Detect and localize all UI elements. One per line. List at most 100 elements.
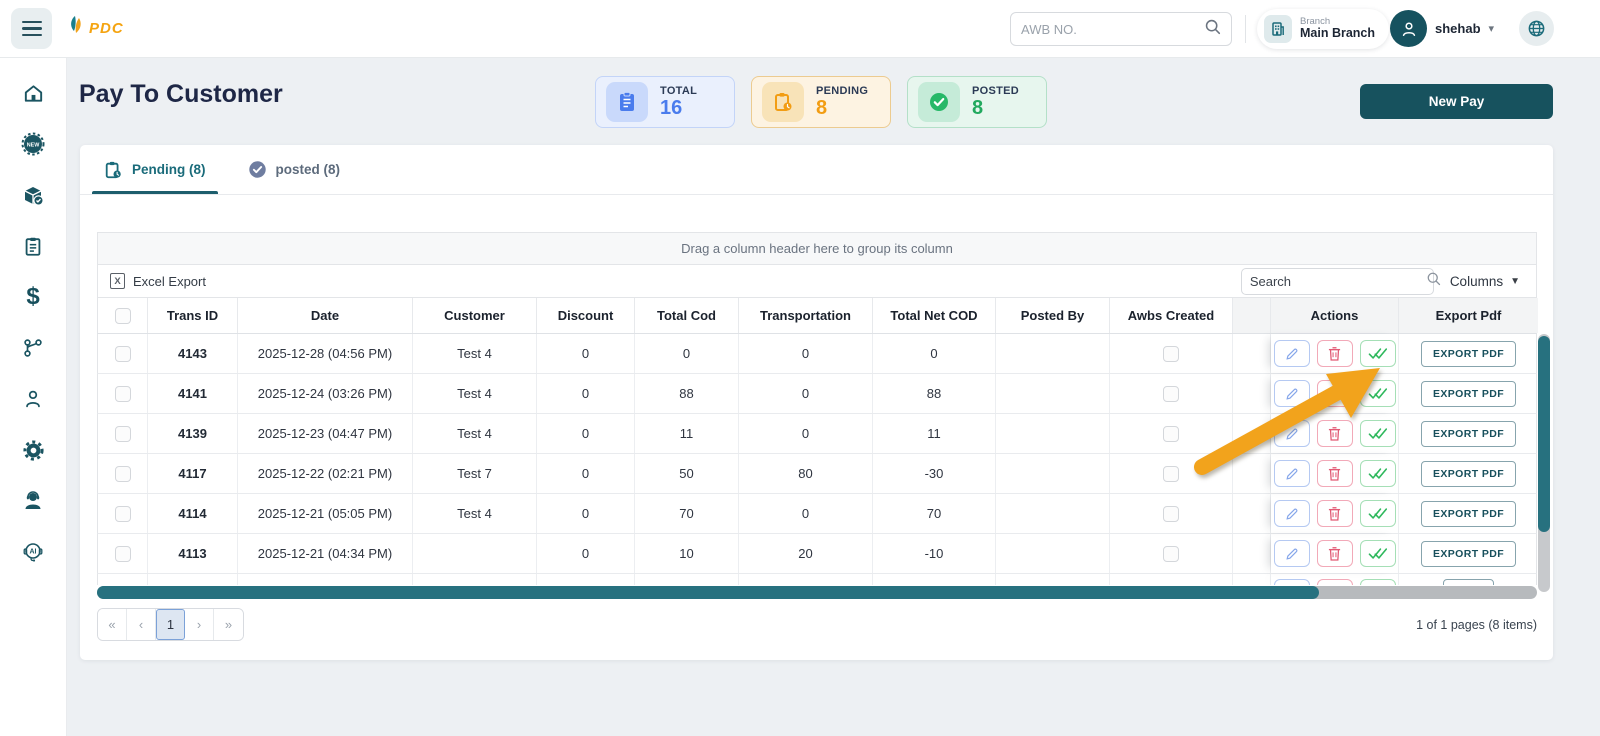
pager-page-1-button[interactable]: 1 (156, 609, 185, 640)
cell-total-net-cod: 11 (873, 414, 996, 453)
double-check-icon (1368, 346, 1387, 361)
row-checkbox[interactable] (115, 426, 131, 442)
building-icon (1264, 15, 1292, 43)
vertical-scrollbar-thumb[interactable] (1538, 336, 1550, 532)
awbs-created-checkbox[interactable] (1163, 466, 1179, 482)
sidebar-item-customers[interactable] (20, 386, 46, 412)
col-header-export-pdf[interactable]: Export Pdf (1399, 298, 1538, 333)
grid-toolbar: X Excel Export Columns ▼ (97, 265, 1537, 298)
grid-search-input[interactable] (1250, 274, 1426, 289)
awbs-created-checkbox[interactable] (1163, 346, 1179, 362)
row-checkbox[interactable] (115, 346, 131, 362)
search-icon[interactable] (1204, 18, 1221, 40)
delete-button[interactable] (1317, 340, 1353, 367)
pager-prev-button[interactable]: ‹ (127, 609, 156, 640)
post-button[interactable] (1360, 420, 1396, 447)
pager-summary: 1 of 1 pages (8 items) (1416, 618, 1537, 632)
col-header-posted-by[interactable]: Posted By (996, 298, 1110, 333)
new-pay-button[interactable]: New Pay (1360, 84, 1553, 119)
select-all-header[interactable] (98, 298, 148, 333)
row-checkbox[interactable] (115, 466, 131, 482)
delete-button[interactable] (1317, 500, 1353, 527)
post-button[interactable] (1360, 540, 1396, 567)
awbs-created-checkbox[interactable] (1163, 546, 1179, 562)
delete-button[interactable] (1317, 540, 1353, 567)
edit-button[interactable] (1274, 420, 1310, 447)
export-pdf-button[interactable]: EXPORT PDF (1421, 341, 1516, 367)
edit-button[interactable] (1274, 500, 1310, 527)
sidebar-item-finance[interactable]: $ (20, 284, 46, 310)
export-pdf-button[interactable]: EXPORT PDF (1421, 541, 1516, 567)
sidebar-item-ai-assistant[interactable]: AI (20, 539, 46, 565)
app-logo[interactable]: PDC (66, 14, 124, 43)
awb-search-input[interactable] (1021, 22, 1204, 37)
awbs-created-checkbox[interactable] (1163, 426, 1179, 442)
col-header-total-net-cod[interactable]: Total Net COD (873, 298, 996, 333)
col-header-trans-id[interactable]: Trans ID (148, 298, 238, 333)
post-button[interactable] (1360, 380, 1396, 407)
group-panel[interactable]: Drag a column header here to group its c… (97, 232, 1537, 265)
edit-button[interactable] (1274, 380, 1310, 407)
sidebar-item-home[interactable] (20, 80, 46, 106)
row-checkbox[interactable] (115, 546, 131, 562)
select-all-checkbox[interactable] (115, 308, 131, 324)
delete-button[interactable] (1317, 460, 1353, 487)
branch-selector[interactable]: Branch Main Branch (1257, 9, 1389, 49)
awbs-created-checkbox[interactable] (1163, 386, 1179, 402)
tab-bar: Pending (8) posted (8) (80, 145, 1553, 195)
data-grid: Drag a column header here to group its c… (97, 232, 1537, 641)
package-check-icon (21, 183, 45, 207)
language-globe-button[interactable] (1519, 11, 1554, 46)
content-card: Pending (8) posted (8) Drag a column hea… (80, 145, 1553, 660)
pencil-icon (1284, 466, 1300, 482)
col-header-awbs-created[interactable]: Awbs Created (1110, 298, 1233, 333)
export-pdf-button[interactable]: EXPORT PDF (1421, 381, 1516, 407)
row-checkbox[interactable] (115, 506, 131, 522)
sidebar-item-new-badge[interactable]: NEW (20, 131, 46, 157)
edit-button[interactable] (1274, 340, 1310, 367)
edit-button[interactable] (1274, 460, 1310, 487)
sidebar-item-shipments[interactable] (20, 182, 46, 208)
table-header-row: Trans ID Date Customer Discount Total Co… (97, 298, 1537, 334)
col-header-transportation[interactable]: Transportation (739, 298, 873, 333)
delete-button[interactable] (1317, 420, 1353, 447)
pager-next-button[interactable]: › (185, 609, 214, 640)
export-pdf-button[interactable]: EXPORT PDF (1421, 461, 1516, 487)
col-header-discount[interactable]: Discount (537, 298, 635, 333)
user-menu[interactable]: shehab ▾ (1390, 10, 1494, 47)
col-header-actions[interactable]: Actions (1271, 298, 1399, 333)
sidebar-item-support[interactable] (20, 488, 46, 514)
post-button[interactable] (1360, 500, 1396, 527)
tab-pending[interactable]: Pending (8) (98, 145, 212, 194)
sidebar-item-branches[interactable] (20, 335, 46, 361)
post-button[interactable] (1360, 340, 1396, 367)
caret-down-icon: ▼ (1510, 276, 1520, 287)
hamburger-menu-button[interactable] (11, 8, 52, 49)
vertical-scrollbar[interactable] (1538, 334, 1550, 592)
cell-actions (1271, 414, 1399, 453)
horizontal-scrollbar[interactable] (97, 586, 1537, 599)
row-checkbox[interactable] (115, 386, 131, 402)
export-pdf-button[interactable]: EXPORT PDF (1421, 501, 1516, 527)
cell-clipped (1233, 414, 1271, 453)
columns-chooser-button[interactable]: Columns ▼ (1450, 274, 1524, 289)
sidebar-item-settings[interactable] (20, 437, 46, 463)
col-header-total-cod[interactable]: Total Cod (635, 298, 739, 333)
cell-clipped (1233, 534, 1271, 573)
tab-pending-label: Pending (8) (132, 162, 206, 177)
tab-posted[interactable]: posted (8) (242, 145, 347, 194)
excel-export-button[interactable]: X Excel Export (110, 273, 206, 289)
awbs-created-checkbox[interactable] (1163, 506, 1179, 522)
pager-first-button[interactable]: « (98, 609, 127, 640)
col-header-date[interactable]: Date (238, 298, 413, 333)
sidebar-item-manifests[interactable] (20, 233, 46, 259)
post-button[interactable] (1360, 460, 1396, 487)
logo-text: PDC (89, 20, 124, 37)
col-header-customer[interactable]: Customer (413, 298, 537, 333)
horizontal-scrollbar-thumb[interactable] (97, 586, 1319, 599)
pager-last-button[interactable]: » (214, 609, 243, 640)
delete-button[interactable] (1317, 380, 1353, 407)
export-pdf-button[interactable]: EXPORT PDF (1421, 421, 1516, 447)
sidebar-nav: NEW $ AI (0, 58, 67, 736)
edit-button[interactable] (1274, 540, 1310, 567)
